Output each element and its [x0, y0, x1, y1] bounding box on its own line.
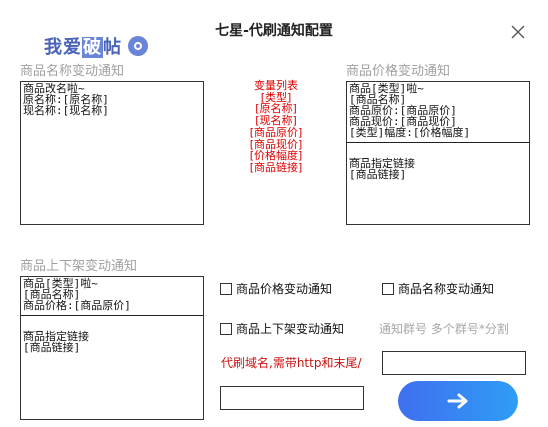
shelf-change-label: 商品上下架变动通知: [20, 259, 138, 274]
checkbox-box[interactable]: [220, 322, 232, 335]
checkbox-box[interactable]: [220, 282, 232, 295]
shelf-change-checkbox[interactable]: 商品上下架变动通知: [220, 320, 344, 337]
template-line: 现名称:[现名称]: [23, 104, 109, 117]
checkbox-label: 商品价格变动通知: [236, 282, 333, 296]
logo-icon: [128, 36, 148, 56]
checkbox-box[interactable]: [382, 282, 394, 295]
price-change-checkbox[interactable]: 商品价格变动通知: [220, 280, 332, 297]
group-number-input[interactable]: [382, 351, 526, 375]
submit-button[interactable]: [398, 381, 518, 421]
domain-input[interactable]: [220, 386, 364, 410]
arrow-right-icon: [447, 393, 468, 409]
domain-hint: 代刷域名,需带http和末尾/: [221, 356, 362, 370]
template-line: [商品链接]: [23, 341, 81, 354]
name-change-label: 商品名称变动通知: [20, 64, 125, 79]
watermark-logo: 我爱破帖: [44, 33, 148, 59]
shelf-change-template[interactable]: 商品[类型]啦~ [商品名称] 商品价格:[商品原价] ___ 商品指定链接 […: [20, 276, 204, 420]
name-change-template[interactable]: 商品改名啦~ 原名称:[原名称] 现名称:[现名称]: [20, 81, 204, 225]
checkbox-label: 商品名称变动通知: [398, 282, 495, 296]
template-line: 商品价格:[商品原价]: [23, 299, 131, 312]
template-divider: [347, 142, 529, 143]
variable-list: 变量列表 [类型] [原名称] [现名称] [商品原价] [商品现价] [价格幅…: [240, 80, 312, 174]
variable-item: [商品链接]: [249, 160, 303, 174]
name-change-checkbox[interactable]: 商品名称变动通知: [382, 280, 494, 297]
template-line: [商品链接]: [349, 168, 407, 181]
close-button[interactable]: [508, 22, 528, 42]
logo-text: 我爱破帖: [44, 37, 122, 58]
template-line: [类型]幅度:[价格幅度]: [349, 126, 471, 139]
group-number-hint: 通知群号 多个群号*分割: [379, 322, 509, 336]
price-change-label: 商品价格变动通知: [346, 64, 451, 79]
template-divider: [21, 315, 203, 316]
checkbox-label: 商品上下架变动通知: [236, 322, 345, 336]
variable-item: [商品原价]: [249, 125, 303, 139]
variable-list-title: 变量列表: [254, 79, 298, 92]
price-change-template[interactable]: 商品[类型]啦~ [商品名称] 商品原价:[商品原价] 商品现价:[商品现价] …: [346, 81, 530, 225]
close-icon: [511, 25, 525, 39]
